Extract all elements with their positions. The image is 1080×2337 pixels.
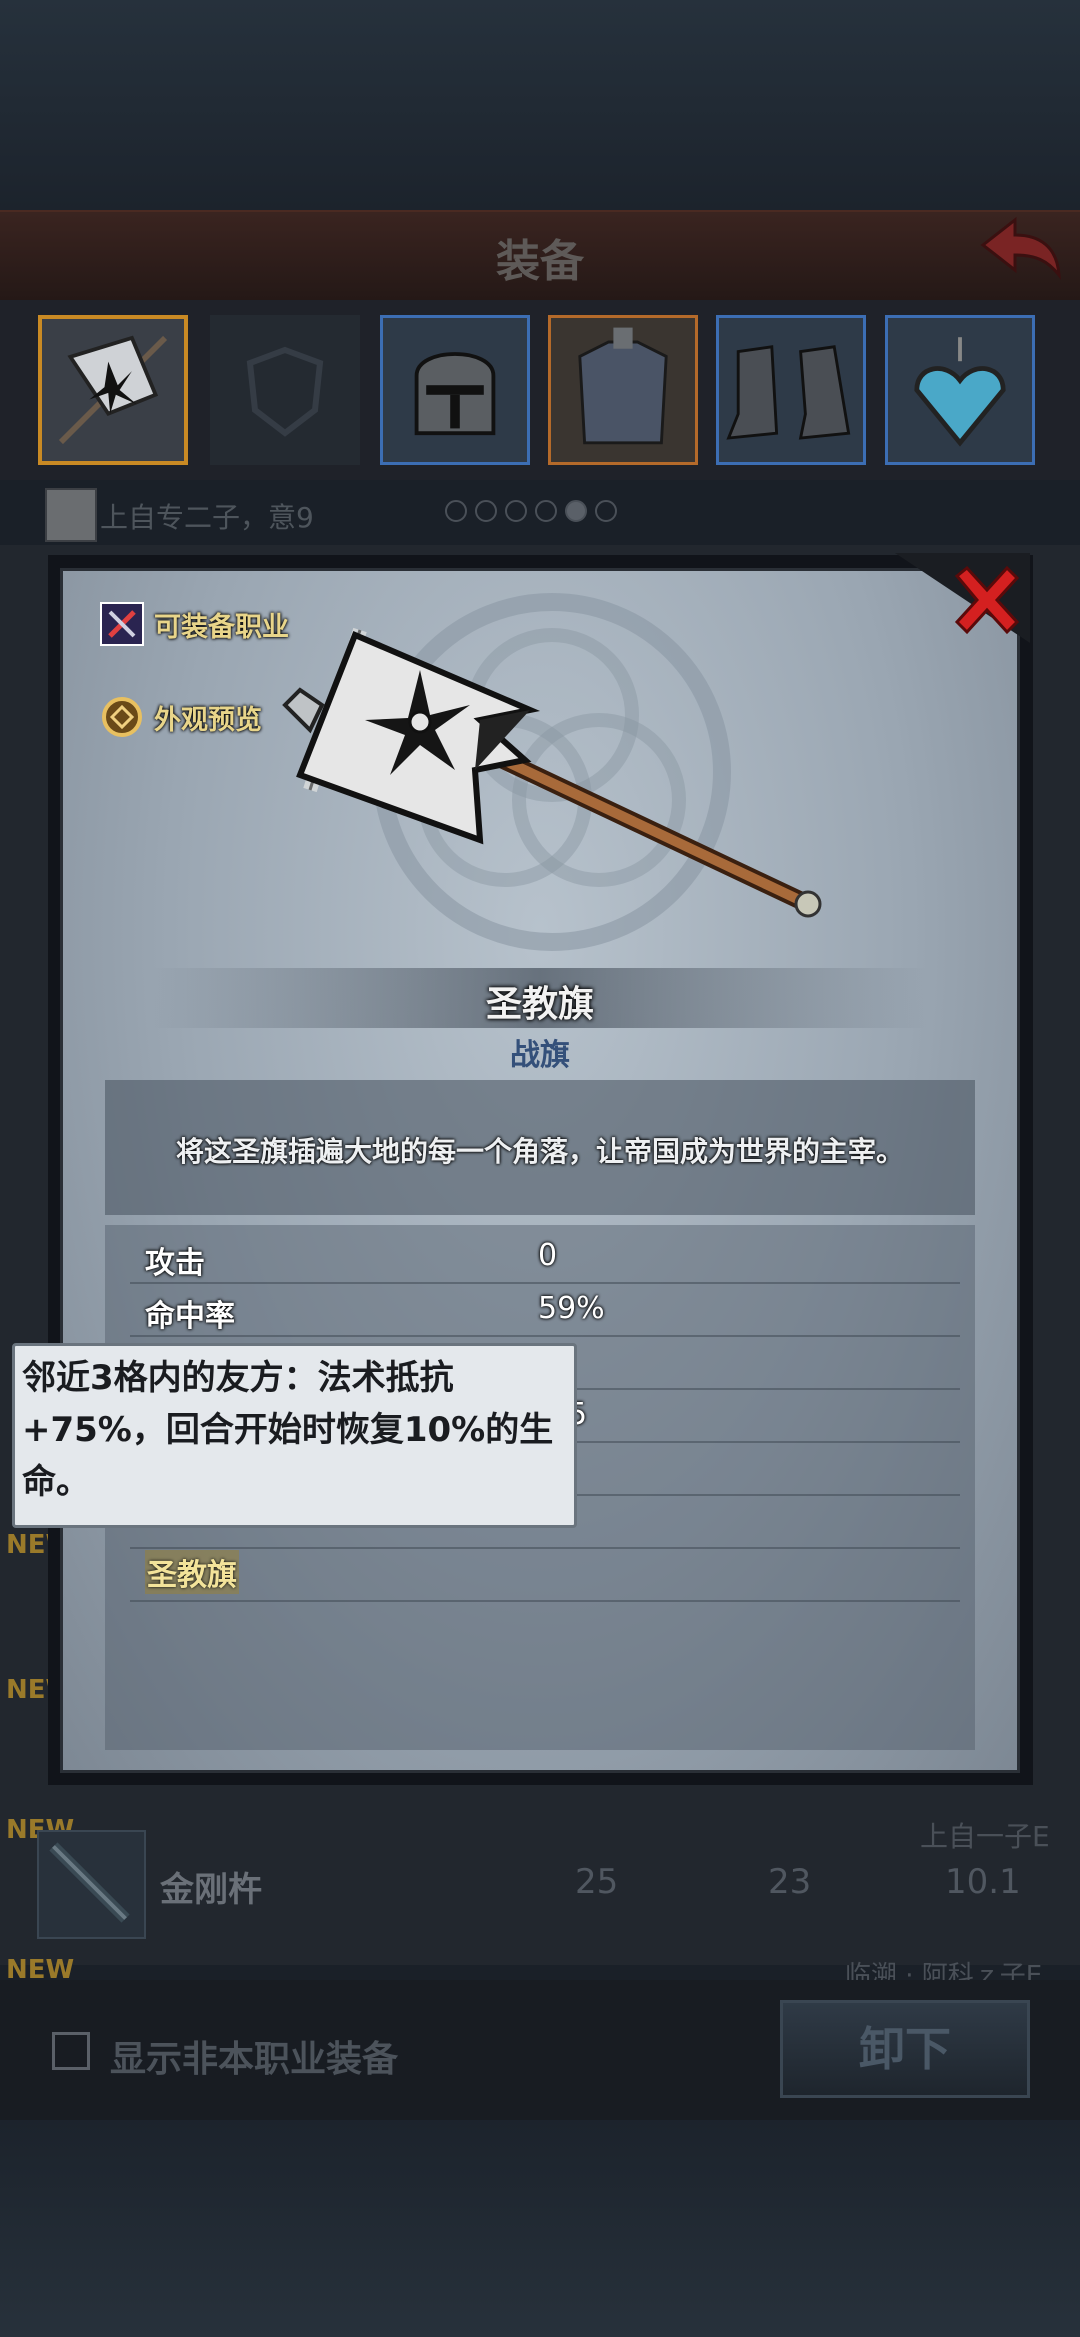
- close-icon: [895, 553, 1030, 643]
- page-dot: [535, 500, 557, 522]
- bottom-background: [0, 2120, 1080, 2337]
- back-arrow-icon[interactable]: [975, 215, 1065, 290]
- skill-name[interactable]: 圣教旗: [145, 1550, 239, 1594]
- list-item-stat: 25: [575, 1862, 619, 1902]
- top-background: [0, 0, 1080, 210]
- stat-divider: [130, 1335, 960, 1337]
- slot-helmet[interactable]: [380, 315, 530, 465]
- page-dot: [475, 500, 497, 522]
- unequip-button[interactable]: 卸下: [780, 2000, 1030, 2098]
- item-type: 战旗: [510, 1038, 570, 1073]
- page-indicator: [445, 500, 625, 526]
- item-description: 将这圣旗插遍大地的每一个角落，让帝国成为世界的主宰。: [175, 1135, 904, 1168]
- amulet-icon: [888, 318, 1032, 462]
- stat-label-attack: 攻击: [145, 1246, 205, 1281]
- boots-icon: [719, 318, 863, 462]
- stat-value-hit-rate: 59%: [538, 1291, 605, 1326]
- page-dot: [595, 500, 617, 522]
- slot-banner[interactable]: [38, 315, 188, 465]
- appearance-preview-button[interactable]: 外观预览: [100, 695, 262, 739]
- class-icon: [100, 602, 144, 646]
- checkbox-label: 显示非本职业装备: [110, 2039, 399, 2080]
- owner-name: 上自专二子，意9: [100, 501, 314, 534]
- preview-icon: [102, 697, 142, 737]
- stat-label-hit-rate: 命中率: [145, 1299, 235, 1334]
- armor-icon: [551, 318, 695, 462]
- page-dot-active: [565, 500, 587, 522]
- stat-divider: [130, 1547, 960, 1549]
- helmet-icon: [383, 318, 527, 462]
- list-item-name[interactable]: 金刚杵: [160, 1862, 262, 1911]
- close-button[interactable]: [895, 548, 1030, 648]
- shield-icon: [246, 346, 324, 437]
- right-edge-shadow: [1030, 1230, 1080, 1830]
- banner-icon: [42, 319, 184, 461]
- show-other-class-checkbox[interactable]: [52, 2032, 90, 2070]
- list-item-stat: 23: [768, 1862, 812, 1902]
- slot-shield[interactable]: [210, 315, 360, 465]
- item-name: 圣教旗: [485, 984, 594, 1025]
- stat-divider: [130, 1600, 960, 1602]
- list-item-stat: 10.1: [945, 1862, 1021, 1902]
- vajra-icon[interactable]: [37, 1830, 146, 1939]
- slot-amulet[interactable]: [885, 315, 1035, 465]
- tooltip-text: 邻近3格内的友方：法术抵抗+75%，回合开始时恢复10%的生命。: [22, 1358, 554, 1502]
- slot-boots[interactable]: [716, 315, 866, 465]
- page-dot: [505, 500, 527, 522]
- stat-value-attack: 0: [538, 1238, 558, 1273]
- avatar: [45, 488, 97, 542]
- holy-banner-icon: [240, 610, 840, 940]
- page-title: 装备: [496, 236, 584, 287]
- page-dot: [445, 500, 467, 522]
- stat-divider: [130, 1282, 960, 1284]
- slot-armor[interactable]: [548, 315, 698, 465]
